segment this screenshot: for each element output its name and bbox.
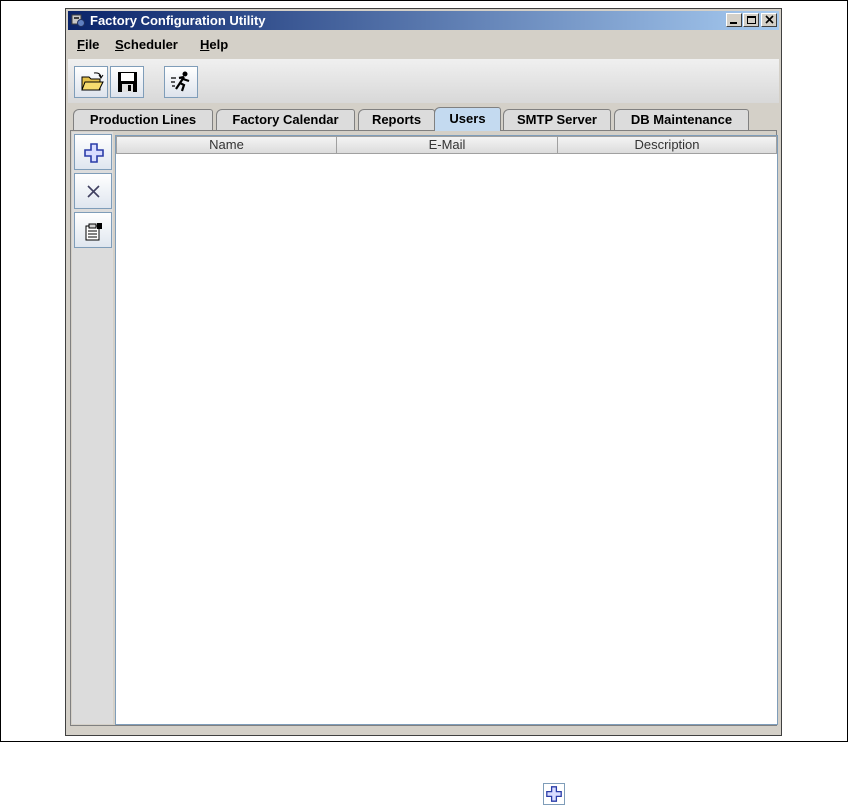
minimize-button[interactable] <box>726 13 742 27</box>
add-user-button[interactable] <box>74 134 112 170</box>
app-window: Factory Configuration Utility File Sched… <box>65 8 782 736</box>
save-disk-icon <box>118 72 137 92</box>
add-plus-icon <box>546 786 562 802</box>
tab-db-maintenance[interactable]: DB Maintenance <box>614 109 749 131</box>
menu-bar: File Scheduler Help <box>68 33 779 55</box>
close-button[interactable] <box>761 13 777 27</box>
maximize-icon <box>747 16 756 24</box>
maximize-button[interactable] <box>743 13 759 27</box>
properties-icon <box>85 223 102 241</box>
open-folder-icon <box>81 72 104 91</box>
run-icon <box>171 71 190 92</box>
delete-user-button[interactable] <box>74 173 112 209</box>
users-panel: Name E-Mail Description <box>70 130 778 726</box>
users-side-toolbar <box>72 132 113 724</box>
menu-file[interactable]: File <box>77 37 99 52</box>
minimize-icon <box>730 22 737 24</box>
add-plus-icon <box>84 143 104 163</box>
tab-strip: Production Lines Factory Calendar Report… <box>68 107 779 131</box>
tab-users[interactable]: Users <box>434 107 501 131</box>
user-properties-button[interactable] <box>74 212 112 248</box>
column-header-name[interactable]: Name <box>116 136 337 154</box>
run-button[interactable] <box>164 66 198 98</box>
toolbar <box>68 59 779 103</box>
open-button[interactable] <box>74 66 108 98</box>
tab-factory-calendar[interactable]: Factory Calendar <box>216 109 355 131</box>
menu-help[interactable]: Help <box>200 37 228 52</box>
tab-smtp-server[interactable]: SMTP Server <box>503 109 611 131</box>
caption-add-icon <box>543 783 565 805</box>
column-header-email[interactable]: E-Mail <box>336 136 558 154</box>
close-icon <box>765 15 774 24</box>
app-icon <box>71 13 86 28</box>
delete-x-icon <box>87 185 100 198</box>
window-title: Factory Configuration Utility <box>90 13 266 28</box>
table-header: Name E-Mail Description <box>116 136 777 154</box>
users-table[interactable]: Name E-Mail Description <box>115 135 778 725</box>
column-header-description[interactable]: Description <box>557 136 777 154</box>
title-bar[interactable]: Factory Configuration Utility <box>68 11 779 30</box>
menu-scheduler[interactable]: Scheduler <box>115 37 178 52</box>
tab-reports[interactable]: Reports <box>358 109 435 131</box>
save-button[interactable] <box>110 66 144 98</box>
tab-production-lines[interactable]: Production Lines <box>73 109 213 131</box>
